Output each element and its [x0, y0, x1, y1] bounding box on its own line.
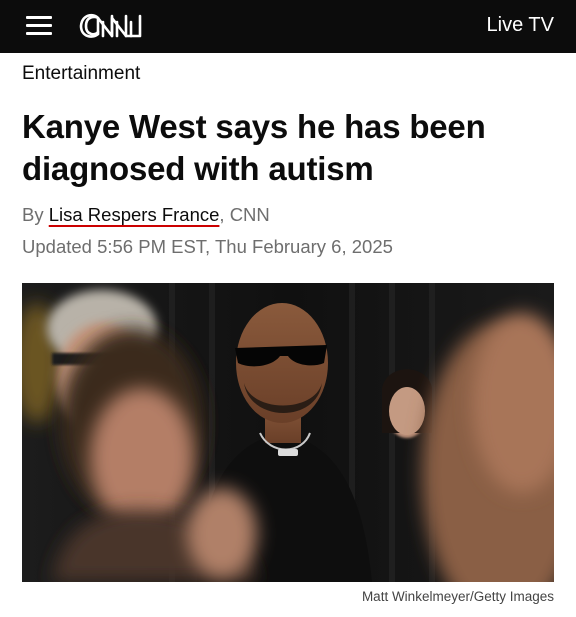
cnn-logo[interactable]	[78, 10, 144, 42]
headline-line-2: diagnosed with autism	[22, 150, 374, 187]
live-tv-link[interactable]: Live TV	[487, 14, 554, 37]
photo-illustration	[22, 283, 554, 582]
headline-line-1: Kanye West says he has been	[22, 108, 486, 145]
hamburger-menu-icon[interactable]	[26, 13, 52, 37]
author-link[interactable]: Lisa Respers France	[49, 204, 220, 225]
section-label[interactable]: Entertainment	[22, 63, 140, 85]
byline-source: , CNN	[219, 204, 270, 225]
byline-prefix: By	[22, 204, 49, 225]
article-photo	[22, 283, 554, 582]
photo-credit: Matt Winkelmeyer/Getty Images	[361, 589, 554, 604]
top-nav-bar: Live TV	[0, 0, 576, 53]
article-headline: Kanye West says he has been diagnosed wi…	[22, 106, 552, 190]
byline: By Lisa Respers France, CNN	[22, 204, 270, 226]
updated-timestamp: Updated 5:56 PM EST, Thu February 6, 202…	[22, 236, 393, 257]
